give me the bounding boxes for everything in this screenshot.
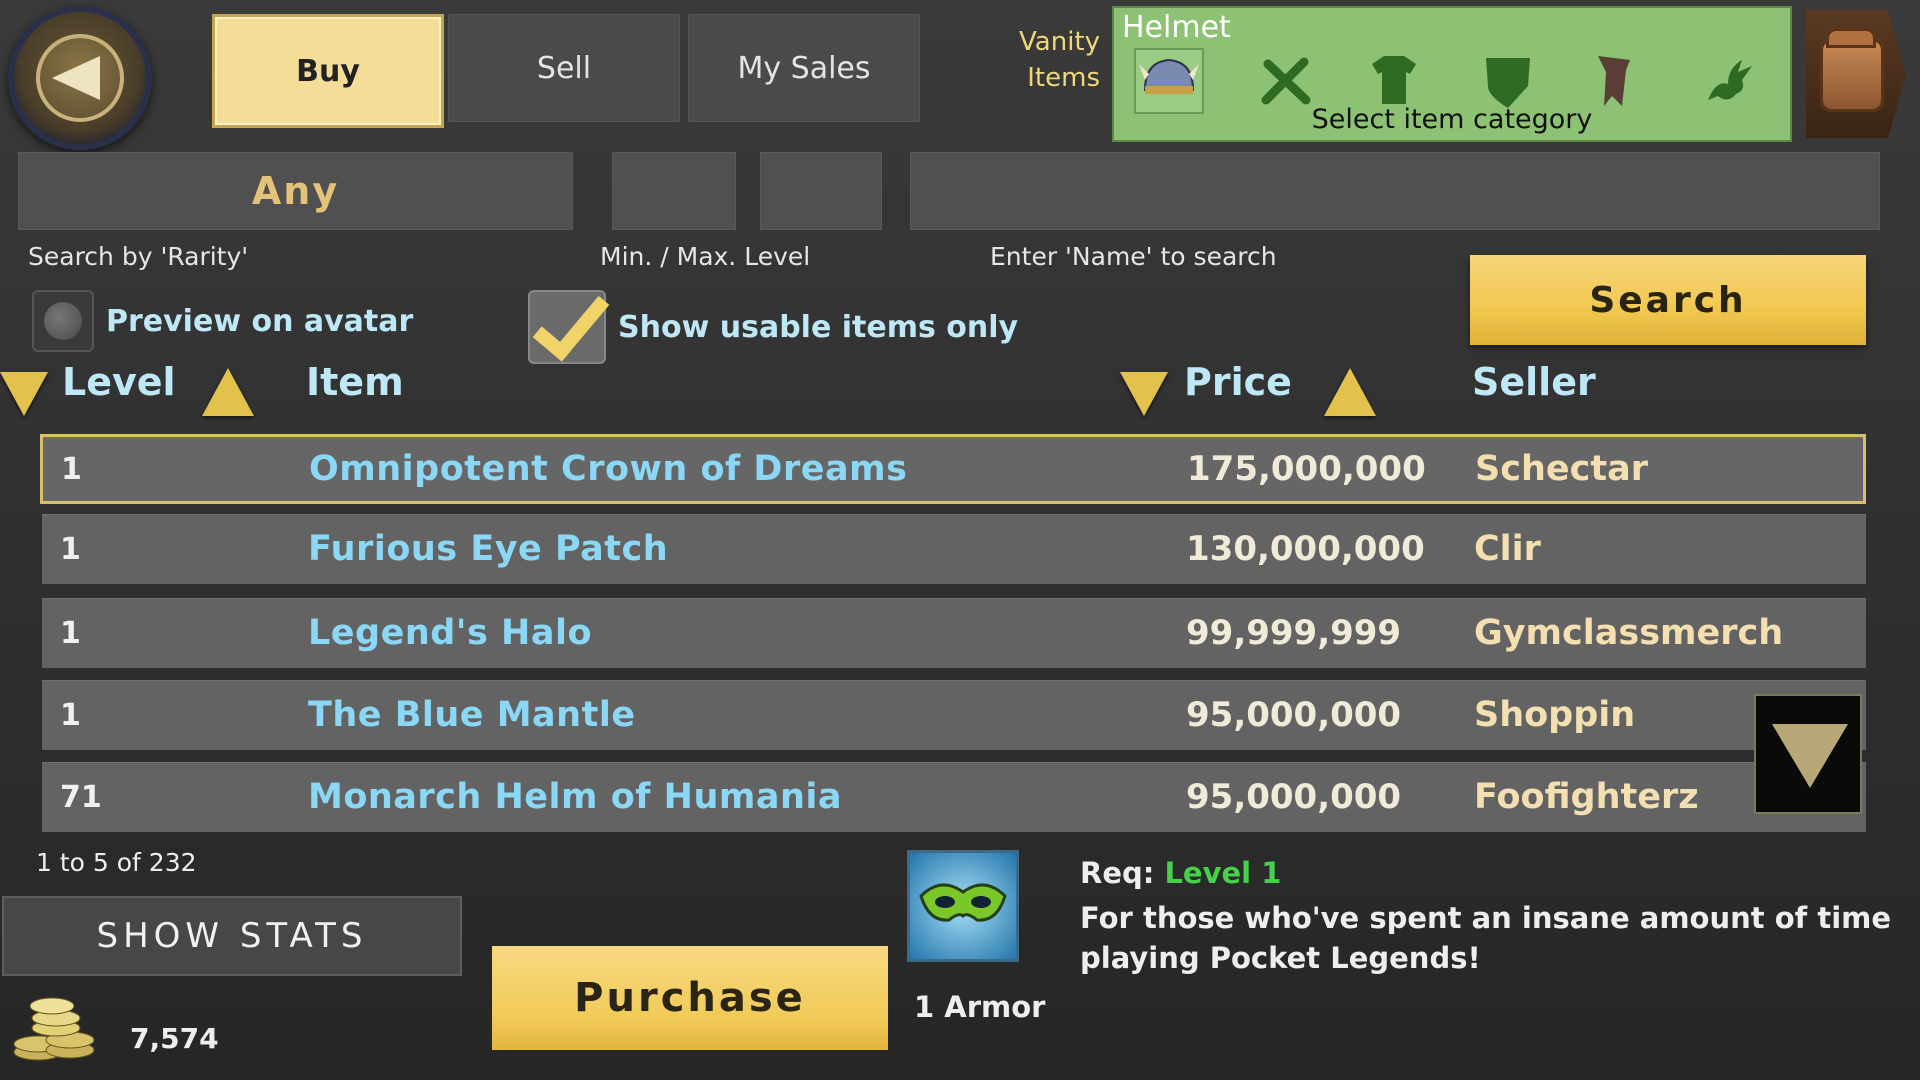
tab-sell[interactable]: Sell <box>448 14 680 122</box>
item-category-panel: Helmet Select item category <box>1112 6 1792 142</box>
min-level-input[interactable] <box>612 152 736 230</box>
vanity-label-line1: Vanity <box>1019 27 1100 57</box>
usable-items-label: Show usable items only <box>618 310 1019 345</box>
scroll-down-button[interactable] <box>1754 694 1862 814</box>
vanity-items-toggle[interactable]: Vanity Items <box>1010 24 1100 96</box>
item-armor-stat: 1 Armor <box>914 990 1046 1024</box>
show-stats-button[interactable]: SHOW STATS <box>2 896 462 976</box>
row-level: 1 <box>60 615 81 651</box>
row-level: 1 <box>61 451 82 487</box>
level-sort-asc-icon[interactable] <box>202 368 254 416</box>
rarity-label: Search by 'Rarity' <box>28 242 249 271</box>
swords-icon[interactable] <box>1256 50 1316 110</box>
cape-icon[interactable] <box>1584 50 1644 110</box>
row-item-name: Monarch Helm of Humania <box>308 777 842 817</box>
price-sort-asc-icon[interactable] <box>1324 368 1376 416</box>
table-row[interactable]: 1 Furious Eye Patch 130,000,000 Clir <box>42 514 1866 584</box>
row-price: 99,999,999 <box>1186 613 1402 653</box>
helmet-icon[interactable] <box>1139 50 1199 110</box>
rarity-select[interactable]: Any <box>18 152 573 230</box>
search-button[interactable]: Search <box>1470 255 1866 345</box>
results-count: 1 to 5 of 232 <box>36 848 197 877</box>
row-level: 1 <box>60 697 81 733</box>
mask-item-icon <box>907 850 1019 962</box>
pet-dragon-icon[interactable] <box>1698 50 1758 110</box>
row-seller: Foofighterz <box>1474 777 1699 817</box>
armor-icon[interactable] <box>1364 50 1424 110</box>
row-seller: Schectar <box>1475 449 1648 489</box>
category-title: Helmet <box>1122 10 1231 45</box>
row-level: 71 <box>60 779 102 815</box>
purchase-button[interactable]: Purchase <box>492 946 888 1050</box>
back-button[interactable] <box>8 6 152 150</box>
row-seller: Clir <box>1474 529 1541 569</box>
back-arrow-icon <box>36 34 124 122</box>
row-item-name: Furious Eye Patch <box>308 529 669 569</box>
name-search-label: Enter 'Name' to search <box>990 242 1277 271</box>
table-row[interactable]: 1 The Blue Mantle 95,000,000 Shoppin <box>42 680 1866 750</box>
shield-icon[interactable] <box>1478 50 1538 110</box>
table-row[interactable]: 1 Legend's Halo 99,999,999 Gymclassmerch <box>42 598 1866 668</box>
level-sort-desc-icon[interactable] <box>0 372 48 416</box>
row-price: 175,000,000 <box>1187 449 1426 489</box>
max-level-input[interactable] <box>760 152 882 230</box>
row-item-name: Legend's Halo <box>308 613 592 653</box>
table-row[interactable]: 1 Omnipotent Crown of Dreams 175,000,000… <box>40 434 1866 504</box>
preview-on-avatar-toggle[interactable] <box>32 290 94 352</box>
row-seller: Shoppin <box>1474 695 1636 735</box>
price-sort-desc-icon[interactable] <box>1120 372 1168 416</box>
item-description: For those who've spent an insane amount … <box>1080 901 1892 975</box>
row-price: 95,000,000 <box>1186 777 1402 817</box>
tab-my-sales[interactable]: My Sales <box>688 14 920 122</box>
usable-items-checkbox[interactable] <box>528 290 606 364</box>
row-price: 130,000,000 <box>1186 529 1425 569</box>
row-item-name: Omnipotent Crown of Dreams <box>309 449 908 489</box>
row-item-name: The Blue Mantle <box>308 695 636 735</box>
row-seller: Gymclassmerch <box>1474 613 1784 653</box>
req-level: Level 1 <box>1164 856 1282 890</box>
name-search-input[interactable] <box>910 152 1880 230</box>
level-label: Min. / Max. Level <box>600 242 811 271</box>
header-seller: Seller <box>1472 360 1596 404</box>
gold-amount: 7,574 <box>130 1022 219 1055</box>
row-price: 95,000,000 <box>1186 695 1402 735</box>
tab-buy[interactable]: Buy <box>212 14 444 128</box>
header-level: Level <box>62 360 176 404</box>
bag-icon <box>1820 28 1884 112</box>
req-prefix: Req: <box>1080 856 1165 890</box>
gold-coins-icon <box>13 997 95 1061</box>
header-price: Price <box>1184 360 1292 404</box>
vanity-label-line2: Items <box>1027 63 1100 93</box>
row-level: 1 <box>60 531 81 567</box>
header-item: Item <box>306 360 404 404</box>
preview-on-avatar-label: Preview on avatar <box>106 304 414 339</box>
category-hint: Select item category <box>1311 104 1593 135</box>
table-row[interactable]: 71 Monarch Helm of Humania 95,000,000 Fo… <box>42 762 1866 832</box>
item-requirement: Req: Level 1 <box>1080 856 1281 890</box>
inventory-bag-button[interactable] <box>1806 10 1906 138</box>
